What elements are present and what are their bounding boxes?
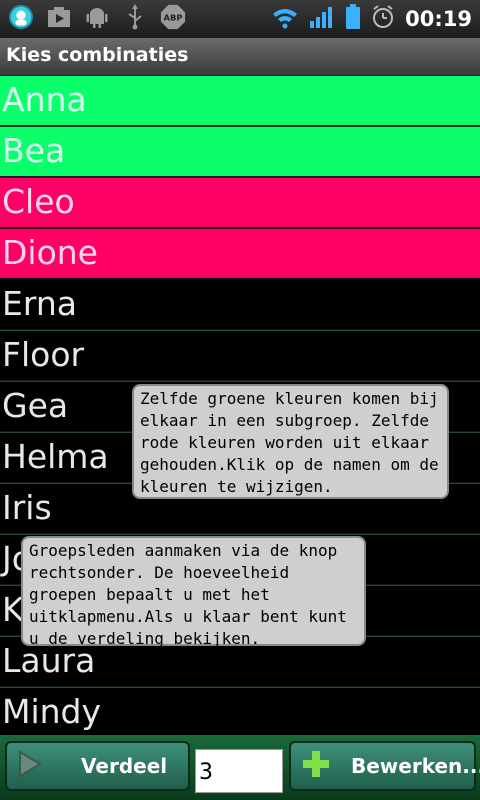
battery-icon — [345, 4, 361, 34]
list-item-mindy[interactable]: Mindy — [0, 688, 480, 739]
title-bar: Kies combinaties — [0, 38, 480, 76]
list-item-bea[interactable]: Bea — [0, 127, 480, 178]
list-item-label: Anna — [2, 80, 87, 119]
media-play-icon — [46, 4, 72, 30]
list-item-label: Bea — [2, 131, 66, 170]
page-title: Kies combinaties — [6, 44, 189, 66]
signal-icon — [309, 5, 335, 33]
alarm-icon — [371, 5, 395, 33]
list-item-label: Mindy — [2, 692, 102, 731]
wifi-icon — [271, 5, 299, 33]
bottom-toolbar: Verdeel 3 Bewerken... — [0, 735, 480, 800]
bewerken-label: Bewerken... — [351, 754, 480, 778]
list-item-floor[interactable]: Floor — [0, 331, 480, 382]
list-item-label: Dione — [2, 233, 98, 272]
list-item-label: Helma — [2, 437, 109, 476]
android-debug-icon — [84, 4, 110, 30]
status-bar: ABP 00:19 — [0, 0, 480, 38]
play-icon — [17, 749, 43, 783]
list-item-label: Gea — [2, 386, 69, 425]
plus-icon — [301, 749, 331, 783]
list-item-label: Cleo — [2, 182, 75, 221]
verdeel-button[interactable]: Verdeel — [5, 741, 190, 791]
usb-icon — [122, 4, 148, 30]
system-icons: 00:19 — [271, 4, 472, 34]
list-item-anna[interactable]: Anna — [0, 76, 480, 127]
list-item-dione[interactable]: Dione — [0, 229, 480, 280]
group-help-tooltip: Groepsleden aanmaken via de knop rechtso… — [21, 536, 366, 648]
list-item-label: Floor — [2, 335, 85, 374]
clock-time: 00:19 — [405, 7, 472, 31]
list-item-cleo[interactable]: Cleo — [0, 178, 480, 229]
list-item-label: Iris — [2, 488, 52, 527]
verdeel-label: Verdeel — [81, 754, 168, 778]
adblock-icon: ABP — [160, 4, 186, 30]
bewerken-button[interactable]: Bewerken... — [289, 741, 480, 791]
list-item-erna[interactable]: Erna — [0, 280, 480, 331]
notification-icons: ABP — [8, 4, 186, 30]
color-help-tooltip: Zelfde groene kleuren komen bij elkaar i… — [132, 384, 449, 499]
abp-label: ABP — [164, 13, 183, 23]
groups-count-input[interactable]: 3 — [195, 749, 283, 793]
app-notification-icon — [8, 4, 34, 30]
list-item-label: Erna — [2, 284, 77, 323]
